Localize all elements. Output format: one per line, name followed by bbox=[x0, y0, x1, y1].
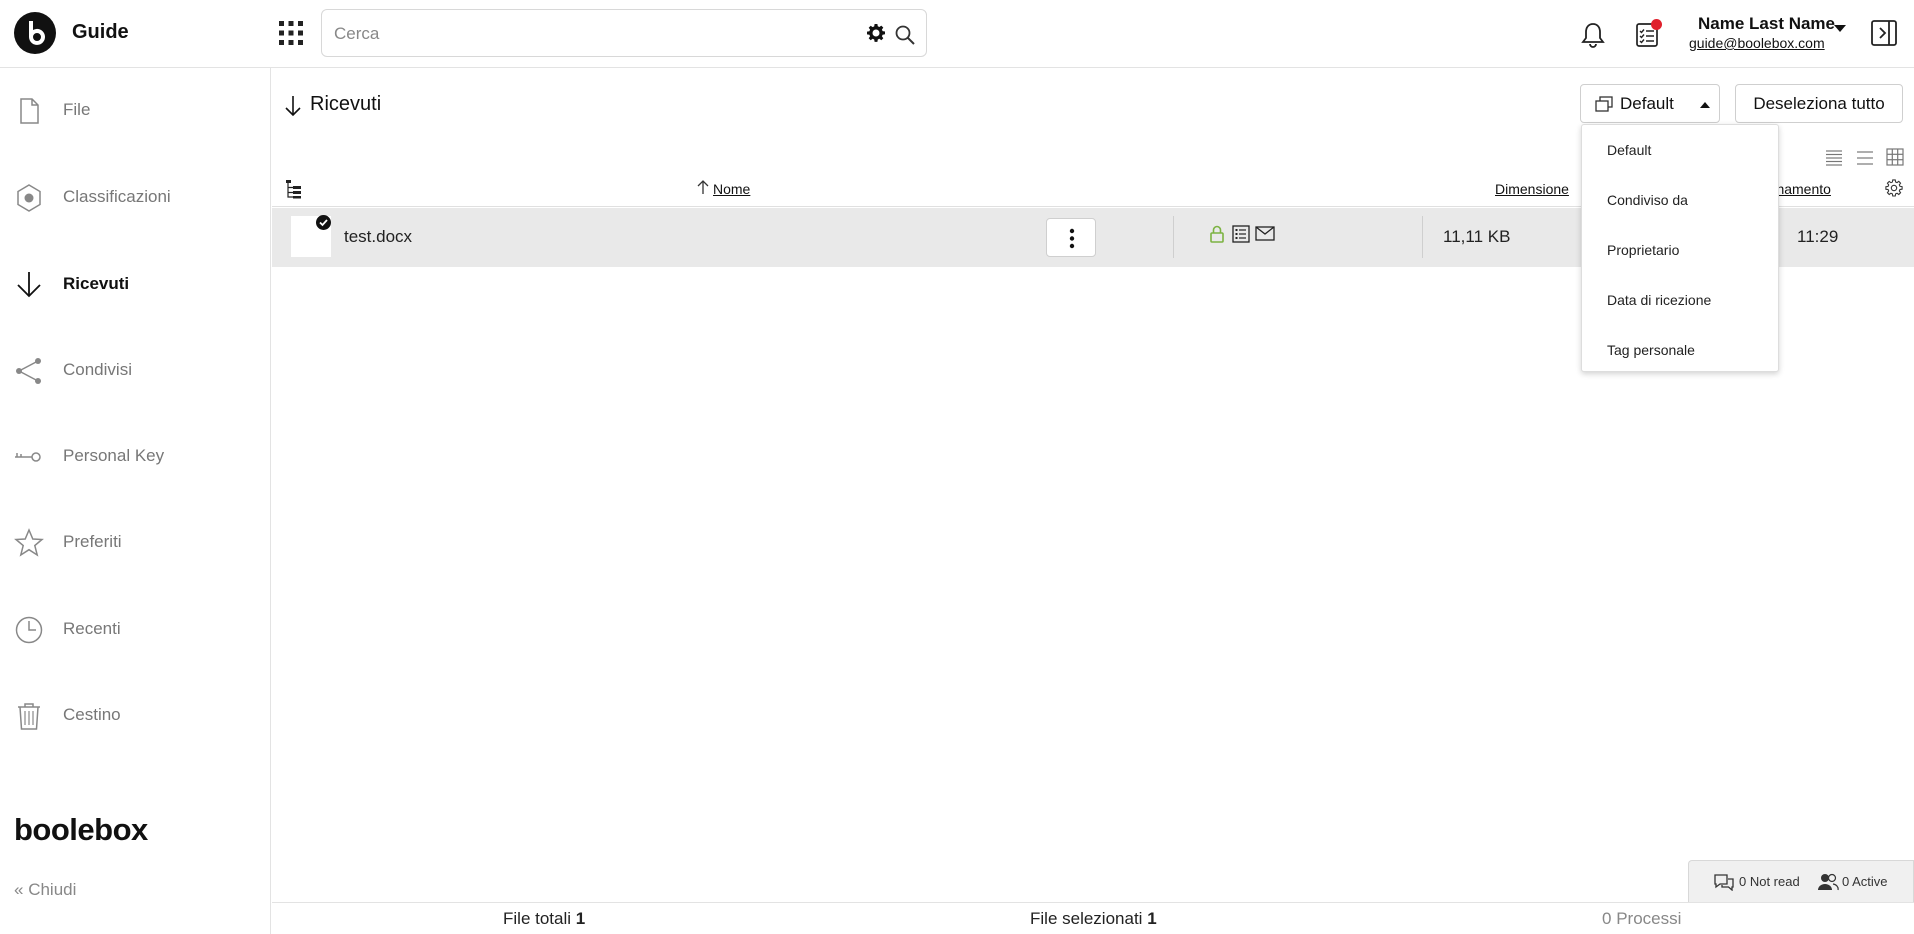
view-dropdown-menu: Default Condiviso da Proprietario Data d… bbox=[1581, 124, 1779, 372]
sidebar: File Classificazioni Ricevuti Condivisi … bbox=[0, 68, 271, 934]
sidebar-item-condivisi[interactable]: Condivisi bbox=[0, 345, 270, 395]
caret-up-icon bbox=[1700, 102, 1710, 108]
total-files-value: 1 bbox=[575, 909, 586, 928]
sort-ascending-arrow-icon[interactable] bbox=[696, 179, 710, 195]
user-name[interactable]: Name Last Name bbox=[1698, 14, 1835, 34]
clock-icon bbox=[14, 615, 44, 645]
processes-count: 0 bbox=[1602, 909, 1612, 928]
search-settings-gear-icon[interactable] bbox=[866, 23, 886, 43]
user-menu-caret-icon[interactable] bbox=[1834, 25, 1846, 32]
column-divider bbox=[1173, 216, 1174, 258]
top-bar: Guide Cerca Name Last Name guide@boolebo… bbox=[0, 0, 1914, 68]
double-chevron-left-icon: « bbox=[14, 880, 24, 899]
sidebar-item-label: Classificazioni bbox=[63, 187, 171, 206]
sidebar-item-label: Cestino bbox=[63, 705, 121, 724]
total-files-status: File totali 1 bbox=[503, 909, 585, 929]
file-icon bbox=[14, 96, 44, 126]
file-name[interactable]: test.docx bbox=[344, 227, 412, 247]
sidebar-item-classificazioni[interactable]: Classificazioni bbox=[0, 172, 270, 222]
brand-logo: boolebox bbox=[14, 812, 148, 847]
boolebox-logo-icon bbox=[29, 21, 45, 45]
search-input[interactable] bbox=[334, 22, 814, 46]
app-logo[interactable] bbox=[14, 12, 56, 54]
key-icon bbox=[14, 442, 44, 472]
more-vertical-icon bbox=[1069, 228, 1075, 249]
sidebar-item-label: Ricevuti bbox=[63, 274, 130, 293]
share-icon bbox=[14, 356, 44, 386]
dropdown-item-data-di-ricezione[interactable]: Data di ricezione bbox=[1607, 292, 1711, 308]
sidebar-item-cestino[interactable]: Cestino bbox=[0, 690, 270, 740]
selected-files-label: File selezionati bbox=[1030, 909, 1143, 928]
sidebar-item-label: Preferiti bbox=[63, 532, 122, 551]
column-header-size[interactable]: Dimensione bbox=[1495, 181, 1569, 197]
sidebar-item-label: Condivisi bbox=[63, 360, 132, 379]
page-title: Ricevuti bbox=[310, 93, 382, 115]
star-icon bbox=[14, 528, 44, 558]
column-header-name[interactable]: Nome bbox=[713, 181, 750, 197]
notification-dot bbox=[1651, 19, 1662, 30]
dropdown-item-proprietario[interactable]: Proprietario bbox=[1607, 242, 1679, 258]
trash-icon bbox=[14, 701, 44, 731]
user-email-link[interactable]: guide@boolebox.com bbox=[1689, 35, 1825, 51]
sidebar-item-ricevuti[interactable]: Ricevuti bbox=[0, 259, 270, 309]
sidebar-item-label: File bbox=[63, 100, 91, 119]
selected-files-value: 1 bbox=[1147, 909, 1157, 928]
apps-grid-icon[interactable] bbox=[278, 20, 304, 46]
dropdown-item-condiviso-da[interactable]: Condiviso da bbox=[1607, 192, 1688, 208]
sidebar-item-label: Personal Key bbox=[63, 446, 165, 465]
dropdown-item-default[interactable]: Default bbox=[1607, 142, 1651, 158]
selected-files-status: File selezionati 1 bbox=[1030, 909, 1157, 929]
mail-icon bbox=[1255, 226, 1275, 241]
arrow-down-icon bbox=[284, 95, 302, 117]
search-icon[interactable] bbox=[894, 24, 916, 46]
view-compact-list-icon[interactable] bbox=[1825, 149, 1843, 167]
file-size: 11,11 KB bbox=[1443, 227, 1511, 246]
toggle-panel-icon[interactable] bbox=[1871, 20, 1897, 46]
chat-bubbles-icon bbox=[1713, 873, 1735, 891]
column-divider bbox=[1422, 216, 1423, 258]
selected-check-icon[interactable] bbox=[316, 215, 331, 230]
sidebar-item-personal-key[interactable]: Personal Key bbox=[0, 431, 270, 481]
document-details-icon bbox=[1232, 225, 1250, 243]
view-grid-icon[interactable] bbox=[1886, 148, 1904, 166]
file-updated-time: 11:29 bbox=[1797, 227, 1839, 246]
close-sidebar-label: Chiudi bbox=[28, 880, 77, 899]
app-title: Guide bbox=[72, 21, 129, 43]
chat-status-panel[interactable]: 0 Not read 0 Active bbox=[1688, 860, 1914, 902]
search-box bbox=[321, 9, 927, 57]
chat-active-count: 0 Active bbox=[1842, 874, 1888, 889]
view-selector-button[interactable]: Default bbox=[1580, 84, 1720, 123]
sidebar-item-label: Recenti bbox=[63, 619, 121, 638]
sidebar-item-file[interactable]: File bbox=[0, 85, 270, 135]
total-files-label: File totali bbox=[503, 909, 572, 928]
view-selector-label: Default bbox=[1620, 94, 1674, 113]
sidebar-item-recenti[interactable]: Recenti bbox=[0, 604, 270, 654]
view-list-icon[interactable] bbox=[1856, 149, 1874, 167]
status-footer: File totali 1 File selezionati 1 0 Proce… bbox=[272, 902, 1914, 934]
dropdown-item-tag-personale[interactable]: Tag personale bbox=[1607, 342, 1695, 358]
copy-stack-icon bbox=[1595, 96, 1613, 112]
tree-view-icon[interactable] bbox=[285, 179, 303, 199]
processes-label: Processi bbox=[1616, 909, 1682, 928]
sidebar-item-preferiti[interactable]: Preferiti bbox=[0, 517, 270, 567]
column-settings-gear-icon[interactable] bbox=[1885, 179, 1903, 197]
classification-icon bbox=[14, 183, 44, 213]
chat-not-read-count: 0 Not read bbox=[1739, 874, 1800, 889]
arrow-down-icon bbox=[14, 270, 44, 300]
deselect-all-button[interactable]: Deseleziona tutto bbox=[1735, 84, 1903, 123]
processes-status[interactable]: 0 Processi bbox=[1602, 909, 1681, 929]
row-actions-button[interactable] bbox=[1046, 218, 1096, 257]
lock-open-icon bbox=[1209, 225, 1225, 243]
notifications-bell-icon[interactable] bbox=[1580, 21, 1606, 49]
users-icon bbox=[1817, 873, 1839, 891]
close-sidebar-button[interactable]: « Chiudi bbox=[14, 880, 76, 900]
